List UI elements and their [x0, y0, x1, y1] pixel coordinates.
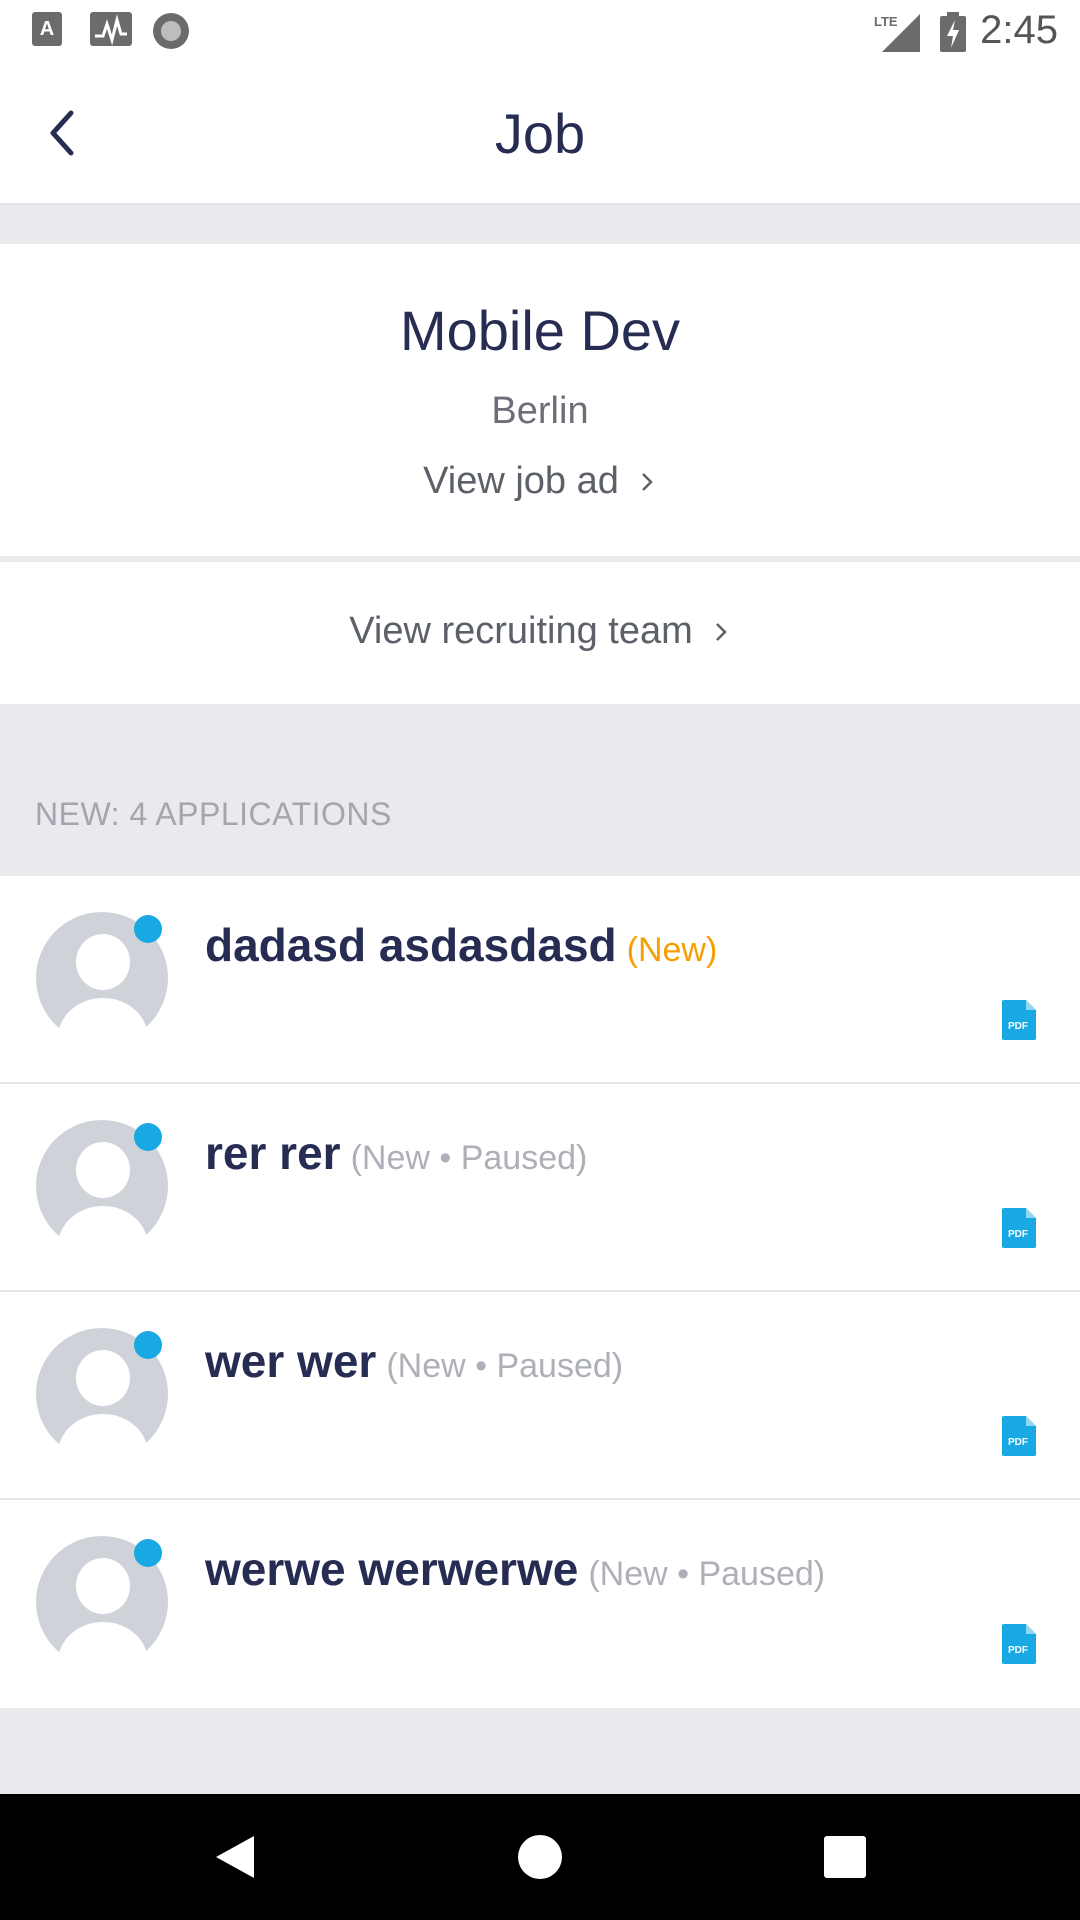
pdf-icon[interactable]: PDF — [1002, 1208, 1036, 1248]
a-notification-icon: A — [32, 12, 62, 46]
svg-text:PDF: PDF — [1008, 1437, 1028, 1448]
pdf-icon[interactable]: PDF — [1002, 1624, 1036, 1664]
application-row[interactable]: werwe werwerwe (New • Paused) PDF — [0, 1500, 1080, 1708]
unread-dot — [134, 1539, 162, 1567]
applicant-name-line: rer rer (New • Paused) — [205, 1126, 587, 1180]
applicant-name-line: wer wer (New • Paused) — [205, 1334, 623, 1388]
view-job-ad-label: View job ad — [423, 460, 619, 502]
page-title: Job — [494, 102, 586, 165]
application-row[interactable]: rer rer (New • Paused) PDF — [0, 1084, 1080, 1292]
applicant-name-line: werwe werwerwe (New • Paused) — [205, 1542, 825, 1596]
svg-text:PDF: PDF — [1008, 1645, 1028, 1656]
view-job-ad-link[interactable]: View job ad — [0, 460, 1080, 503]
view-recruiting-team-label: View recruiting team — [349, 610, 693, 652]
lte-signal-icon: LTE — [874, 14, 920, 52]
unread-dot — [134, 1331, 162, 1359]
unread-dot — [134, 915, 162, 943]
status-time: 2:45 — [980, 8, 1058, 52]
applicant-name: dadasd asdasdasd — [205, 919, 617, 971]
application-status: (New) — [626, 931, 718, 969]
svg-text:A: A — [40, 18, 54, 40]
job-summary-card: Mobile Dev Berlin View job ad — [0, 244, 1080, 556]
pdf-icon[interactable]: PDF — [1002, 1416, 1036, 1456]
svg-text:PDF: PDF — [1008, 1229, 1028, 1240]
svg-text:LTE: LTE — [874, 14, 898, 29]
chevron-right-icon — [642, 472, 653, 491]
record-icon — [153, 13, 189, 49]
application-row[interactable]: dadasd asdasdasd (New) PDF — [0, 876, 1080, 1084]
application-row[interactable]: wer wer (New • Paused) PDF — [0, 1292, 1080, 1500]
application-status: (New • Paused) — [588, 1555, 826, 1593]
view-recruiting-team-link[interactable]: View recruiting team — [0, 610, 1080, 653]
battery-charging-icon — [940, 12, 966, 52]
system-nav-bar — [0, 1794, 1080, 1920]
app-bar: Job — [0, 63, 1080, 205]
applications-section-header: NEW: 4 APPLICATIONS — [35, 796, 392, 832]
job-location: Berlin — [491, 390, 589, 432]
recents-nav-icon[interactable] — [820, 1832, 870, 1882]
recruiting-team-card: View recruiting team — [0, 562, 1080, 704]
applicant-name: wer wer — [205, 1335, 377, 1387]
pdf-icon[interactable]: PDF — [1002, 1000, 1036, 1040]
applicant-name-line: dadasd asdasdasd (New) — [205, 918, 717, 972]
applicant-name: rer rer — [205, 1127, 341, 1179]
home-nav-icon[interactable] — [515, 1832, 565, 1882]
application-status: (New • Paused) — [386, 1347, 624, 1385]
job-title: Mobile Dev — [399, 299, 681, 362]
chevron-right-icon — [715, 622, 727, 641]
back-nav-icon[interactable] — [210, 1832, 260, 1882]
svg-text:PDF: PDF — [1008, 1021, 1028, 1032]
applications-list: dadasd asdasdasd (New) PDF rer rer (New … — [0, 876, 1080, 1708]
application-status: (New • Paused) — [350, 1139, 588, 1177]
unread-dot — [134, 1123, 162, 1151]
status-bar: A LTE 2:45 — [0, 0, 1080, 63]
applicant-name: werwe werwerwe — [205, 1543, 579, 1595]
activity-icon — [90, 12, 132, 46]
